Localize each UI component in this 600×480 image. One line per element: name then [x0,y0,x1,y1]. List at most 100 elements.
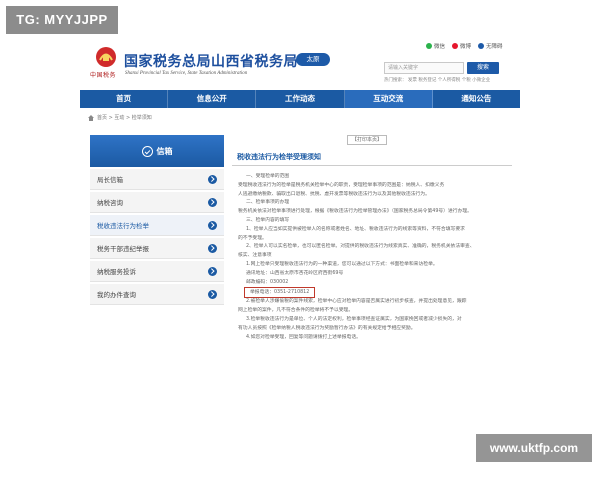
nav-item-3[interactable]: 互动交流 [344,90,433,108]
article-paragraph: 1、检举人应当如实提供被检举人的名称或者姓名、地址、税收违法行为的线索等资料，不… [238,226,508,235]
sidebar-item-1[interactable]: 纳税咨询 [90,192,224,213]
top-link-label: 微信 [434,44,446,50]
paragraph-text: 受理税收违法行为的检举是税务机关检举中心的职责，受理检举事项的范围是：纳税人、扣… [238,182,445,188]
divider [232,165,512,166]
sidebar-item-label: 纳税服务投诉 [97,268,136,276]
paragraph-text: 1.网上检举只受理税收违法行为的一种渠道，您可以通过以下方式：书面检举和来访检举… [246,261,438,267]
city-switch-button[interactable]: 太原 [296,53,330,66]
article-paragraph: 核实、注意事项 [238,252,508,261]
article-paragraph: 人逃避缴纳税款、骗取出口退税、抗税、虚开发票等税收违法行为以及其他税收违法行为。 [238,191,508,200]
search-input[interactable]: 请输入关键字 [384,62,464,74]
article-paragraph: 二、检举事项的办理 [238,199,508,208]
nav-item-2[interactable]: 工作动态 [256,90,345,108]
tax-emblem-icon [96,47,116,67]
article-paragraph: 1.网上检举只受理税收违法行为的一种渠道，您可以通过以下方式：书面检举和来访检举… [238,261,508,270]
nav-item-4[interactable]: 通知公告 [433,90,520,108]
paragraph-text: 一、受理检举的范围 [246,174,290,179]
article-paragraph: 2、检举人可以实名检举，也可以匿名检举。对提供的税收违法行为线索真实、准确的，税… [238,243,508,252]
top-link-0[interactable]: 微信 [426,42,445,50]
paragraph-text: 网上检举的案件，凡不符合条件的检举将不予以受理。 [238,308,354,314]
paragraph-text: 通讯地址：山西省太原市杏花岭区府西街69号 [246,270,344,276]
sidebar-item-5[interactable]: 我的办件查询 [90,284,224,305]
home-icon [88,114,94,121]
sidebar-item-label: 我的办件查询 [97,291,136,299]
article-paragraph: 三、检举内容的填写 [238,217,508,226]
check-circle-icon [141,145,153,157]
article-paragraph: 税务机关依法对检举事项进行处理，根据《税收违法行为检举管理办法》（国家税务总局令… [238,208,508,217]
sidebar-item-4[interactable]: 纳税服务投诉 [90,261,224,282]
chevron-right-icon [208,197,217,207]
weibo-icon [452,43,459,49]
sidebar-menu: 局长信箱纳税咨询税收违法行为检举 税务干部违纪举报 纳税服务投诉 我的办件查询 [90,169,224,305]
sidebar-item-2[interactable]: 税收违法行为检举 [90,215,224,236]
paragraph-text: 有功人员按照《检举纳税人税收违法行为奖励暂行办法》的有关规定给予相应奖励。 [238,325,416,331]
breadcrumb-link-1[interactable]: 互动 [114,115,124,121]
top-link-1[interactable]: 微博 [452,42,471,50]
sidebar-item-0[interactable]: 局长信箱 [90,169,224,190]
paragraph-text: 二、检举事项的办理 [246,200,290,206]
breadcrumb-link-2[interactable]: 检举须知 [132,115,152,121]
accessibility-icon [478,43,485,49]
nav-item-1[interactable]: 信息公开 [168,90,257,108]
chevron-right-icon [208,174,217,184]
paragraph-text: 邮政编码：030002 [246,279,289,285]
breadcrumb: 首页 > 互动 > 检举须知 [88,114,152,121]
watermark-url: www.uktfp.com [476,434,592,462]
print-button[interactable]: 【打印本页】 [347,135,387,145]
article-paragraph: 邮政编码：030002 [238,279,508,288]
article-paragraph: 有功人员按照《检举纳税人税收违法行为奖励暂行办法》的有关规定给予相应奖励。 [238,325,508,334]
search-button[interactable]: 搜索 [467,62,499,74]
emblem-caption: 中国税务 [90,72,117,79]
paragraph-text: 3.检举税收违法行为是单位、个人的法定权利，检举事项经查证属实，为国家挽回或者减… [246,316,462,322]
top-link-label: 微博 [460,44,472,50]
top-link-label: 无障碍 [486,44,503,50]
top-link-2[interactable]: 无障碍 [478,42,503,50]
article-body: 一、受理检举的范围受理税收违法行为的检举是税务机关检举中心的职责，受理检举事项的… [238,173,508,342]
paragraph-text: 1、检举人应当如实提供被检举人的名称或者姓名、地址、税收违法行为的线索等资料，不… [246,226,465,232]
article-paragraph: 举报电话：0351-2710812 [238,287,508,299]
sidebar-item-3[interactable]: 税务干部违纪举报 [90,238,224,259]
sidebar-item-label: 纳税咨询 [97,199,123,207]
breadcrumb-link-0[interactable]: 首页 [97,115,107,121]
top-links: 微信 微博 无障碍 [426,42,503,50]
chevron-right-icon [208,289,217,299]
sidebar-item-label: 税务干部违纪举报 [97,245,149,253]
wechat-icon [426,43,432,49]
article-paragraph: 2.被检举人涉嫌偷税的案件线索，检举中心应对检举内容是否属实进行初步核查，并提出… [238,298,508,307]
article-paragraph: 受理税收违法行为的检举是税务机关检举中心的职责，受理检举事项的范围是：纳税人、扣… [238,182,508,191]
sidebar-header: 信箱 [90,135,224,167]
article-paragraph: 3.检举税收违法行为是单位、个人的法定权利，检举事项经查证属实，为国家挽回或者减… [238,316,508,325]
article-paragraph: 的不予受理。 [238,235,508,244]
breadcrumb-trail: 首页 > 互动 > 检举须知 [97,114,152,121]
search-button-label: 搜索 [476,64,489,71]
article-title: 税收违法行为检举受理须知 [237,153,321,161]
site-title[interactable]: 国家税务总局山西省税务局 [124,51,298,71]
paragraph-text: 2.被检举人涉嫌偷税的案件线索，检举中心应对检举内容是否属实进行初步核查，并提出… [246,299,467,305]
article-paragraph: 一、受理检举的范围 [238,173,508,182]
sidebar: 信箱 局长信箱纳税咨询税收违法行为检举 税务干部违纪举报 纳税服务投诉 我的办件查询 [90,135,224,305]
paragraph-text: 税务机关依法对检举事项进行处理，根据《税收违法行为检举管理办法》（国家税务总局令… [238,209,472,215]
paragraph-text: 4.如您对检举受理，回复等问题请拨打上述举报电话。 [246,334,361,340]
paragraph-text: 三、检举内容的填写 [246,217,290,223]
main-nav: 首页 信息公开 工作动态 互动交流 通知公告 [80,90,520,108]
article-paragraph: 网上检举的案件，凡不符合条件的检举将不予以受理。 [238,307,508,316]
sidebar-header-label: 信箱 [156,146,173,156]
sidebar-item-label: 税收违法行为检举 [97,222,149,230]
breadcrumb-separator: > [124,115,132,121]
article-paragraph: 通讯地址：山西省太原市杏花岭区府西街69号 [238,270,508,279]
hot-search-words[interactable]: 热门搜索： 发票 税务登记 个人所得税 个税 小微企业 [384,77,490,83]
site-header: 中国税务 国家税务总局山西省税务局 Shanxi Provincial Tax … [80,30,520,90]
nav-item-0[interactable]: 首页 [80,90,169,108]
paragraph-text: 2、检举人可以实名检举，也可以匿名检举。对提供的税收违法行为线索真实、准确的，税… [246,244,475,250]
webpage: 中国税务 国家税务总局山西省税务局 Shanxi Provincial Tax … [80,30,520,440]
watermark-label: TG: MYYJJPP [6,6,118,34]
highlighted-phone-number: 举报电话：0351-2710812 [244,287,316,299]
paragraph-text: 的不予受理。 [238,235,267,241]
chevron-right-icon [208,266,217,276]
chevron-right-icon [208,220,217,230]
paragraph-text: 核实、注意事项 [238,253,272,259]
paragraph-text: 人逃避缴纳税款、骗取出口退税、抗税、虚开发票等税收违法行为以及其他税收违法行为。 [238,191,430,197]
sidebar-item-label: 局长信箱 [97,176,123,184]
chevron-right-icon [208,243,217,253]
article: 【打印本页】 税收违法行为检举受理须知 一、受理检举的范围受理税收违法行为的检举… [232,135,512,435]
